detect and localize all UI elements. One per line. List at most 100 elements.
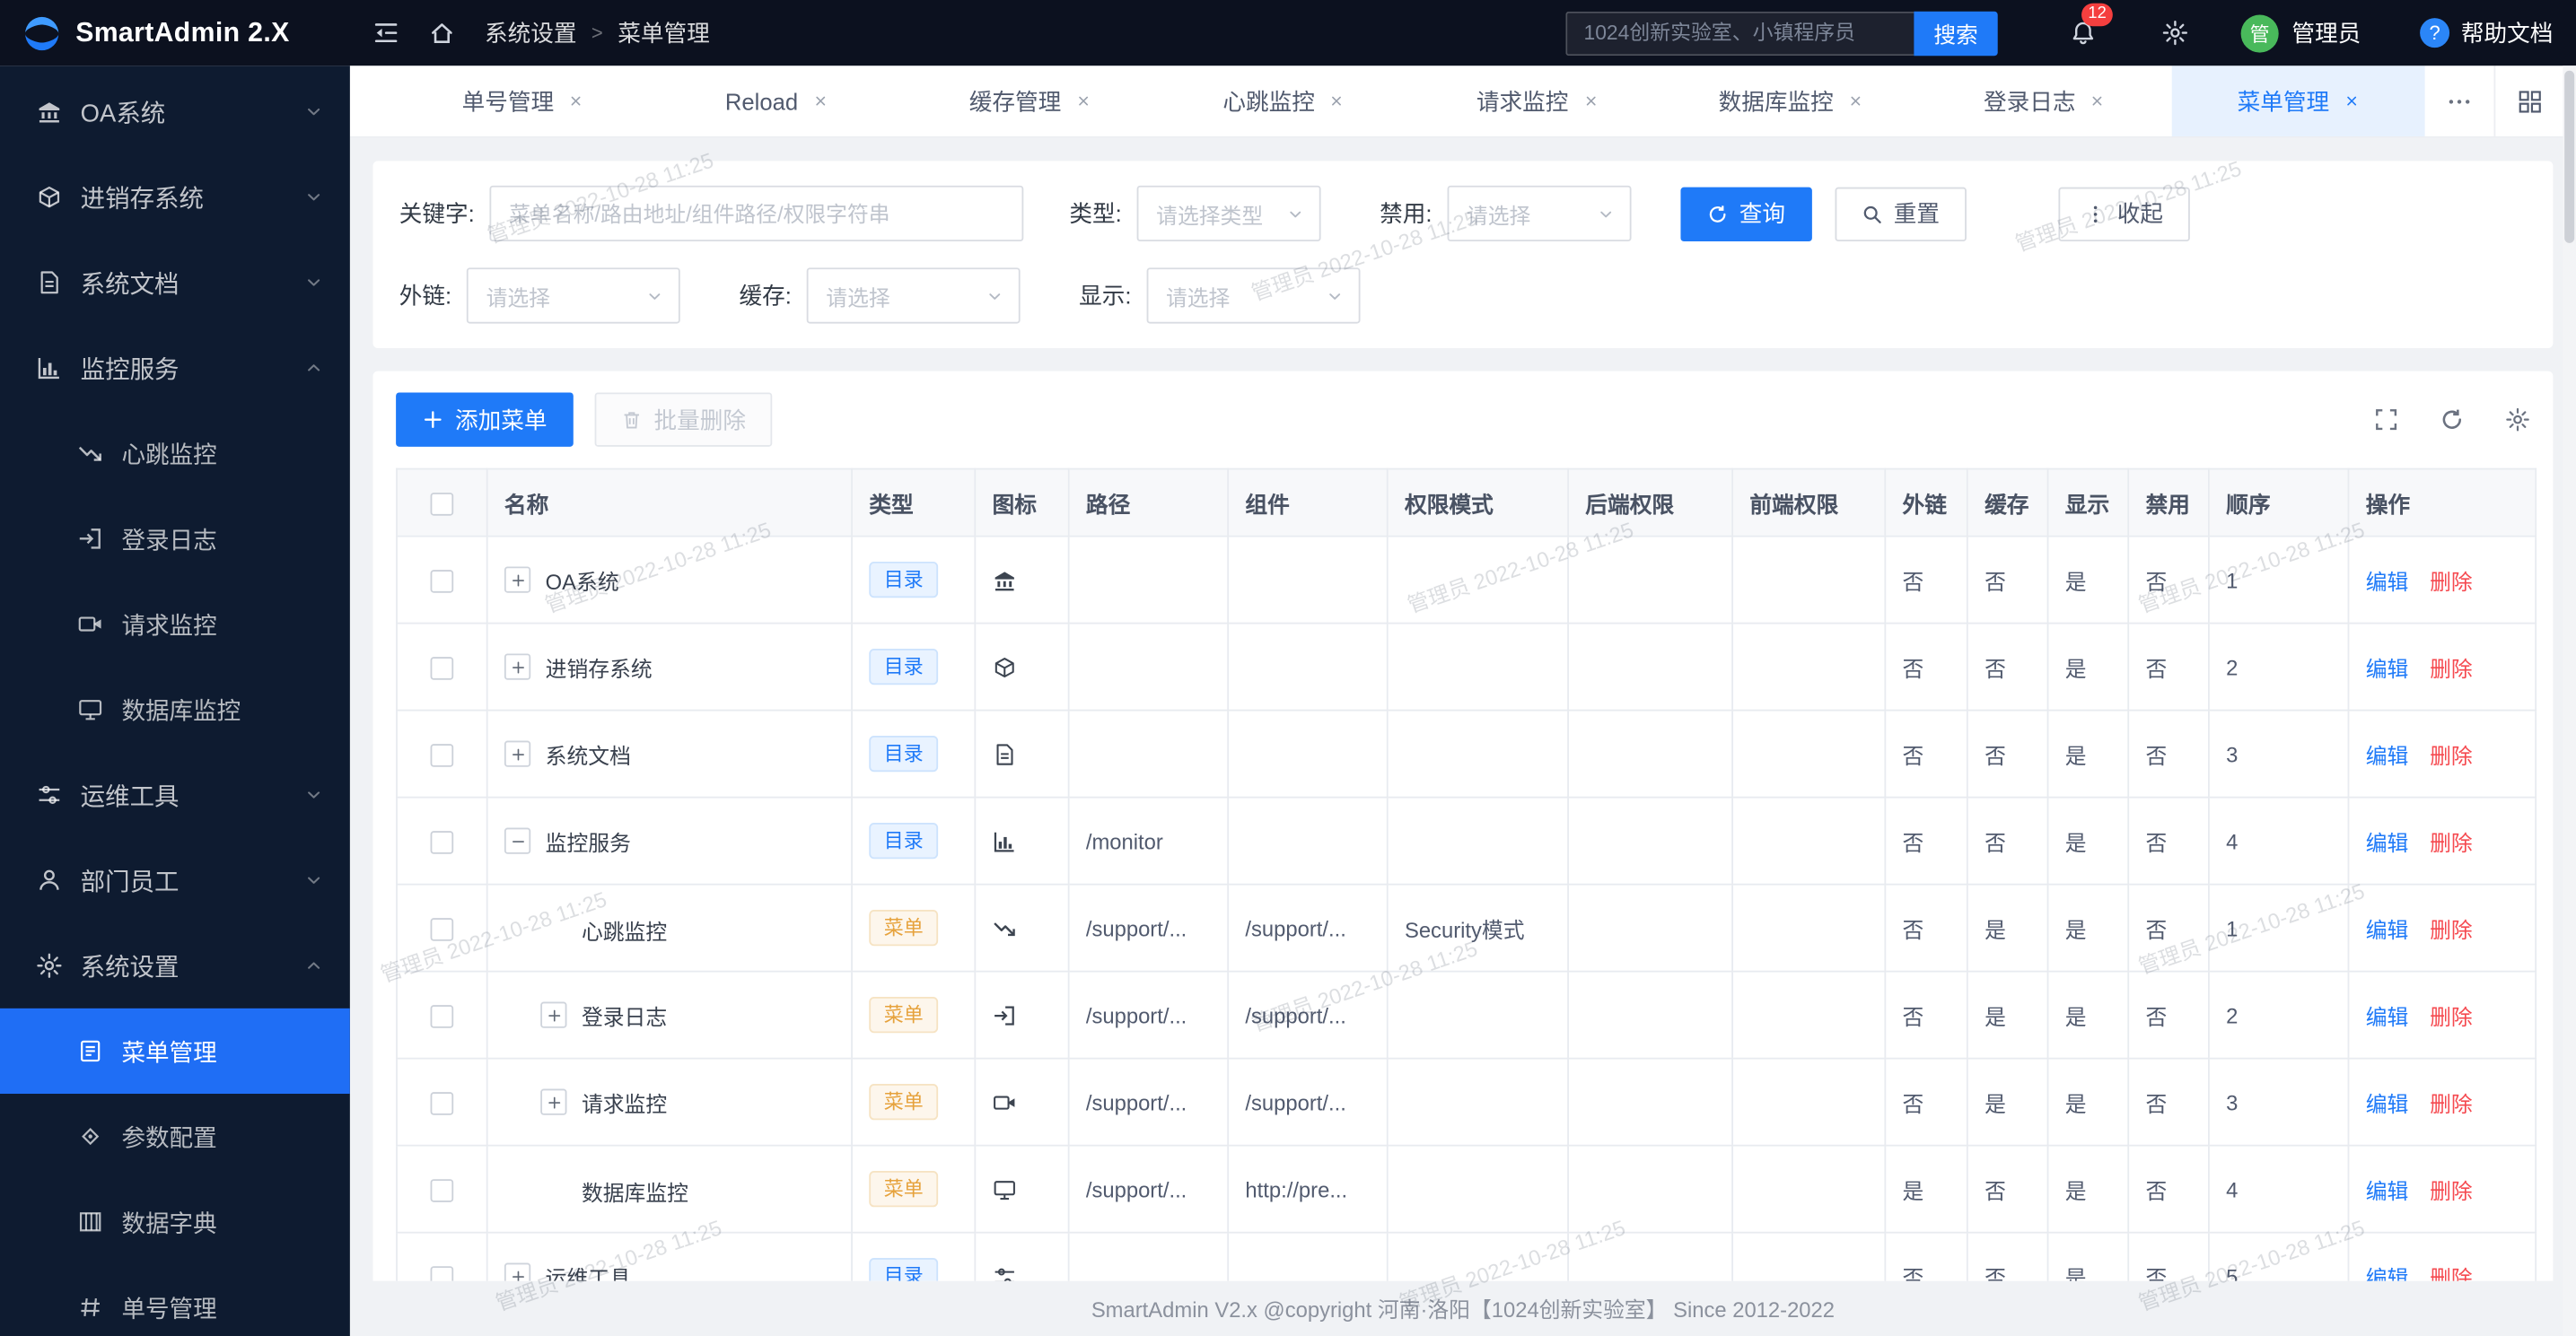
- tab-item[interactable]: 心跳监控: [1157, 65, 1411, 136]
- edit-link[interactable]: 编辑: [2366, 743, 2409, 767]
- batch-delete-button[interactable]: 批量删除: [595, 392, 773, 446]
- camera-icon: [77, 611, 103, 637]
- close-icon[interactable]: [2090, 93, 2105, 108]
- tab-item[interactable]: Reload: [650, 65, 904, 136]
- search-icon: [1861, 203, 1882, 224]
- keyword-input[interactable]: [489, 186, 1023, 241]
- scrollbar-thumb[interactable]: [2564, 71, 2574, 243]
- row-expander[interactable]: [540, 1002, 566, 1028]
- close-icon[interactable]: [1329, 93, 1344, 108]
- tab-item[interactable]: 缓存管理: [903, 65, 1157, 136]
- sidebar-item[interactable]: 心跳监控: [0, 411, 350, 496]
- delete-link[interactable]: 删除: [2430, 1265, 2473, 1279]
- row-checkbox[interactable]: [431, 1092, 454, 1115]
- header-settings-icon[interactable]: [2152, 10, 2198, 56]
- add-menu-button[interactable]: 添加菜单: [396, 392, 574, 446]
- sidebar-item[interactable]: 系统文档: [0, 240, 350, 325]
- sidebar-item[interactable]: 系统设置: [0, 923, 350, 1009]
- row-expander[interactable]: [504, 740, 530, 766]
- edit-link[interactable]: 编辑: [2366, 1091, 2409, 1115]
- collapse-filters-button[interactable]: 收起: [2058, 187, 2189, 240]
- reset-button[interactable]: 重置: [1835, 187, 1966, 240]
- close-icon[interactable]: [2344, 93, 2359, 108]
- chevron-up-icon: [304, 956, 324, 975]
- row-checkbox[interactable]: [431, 744, 454, 767]
- row-checkbox[interactable]: [431, 1266, 454, 1280]
- tab-item[interactable]: 菜单管理: [2171, 65, 2425, 136]
- edit-link[interactable]: 编辑: [2366, 1004, 2409, 1028]
- disabled-select[interactable]: 请选择: [1447, 186, 1631, 241]
- sidebar-item[interactable]: 进销存系统: [0, 154, 350, 240]
- plus-icon: [422, 409, 443, 431]
- close-icon[interactable]: [569, 93, 583, 108]
- notifications-button[interactable]: 12: [2060, 10, 2106, 56]
- row-expander[interactable]: [504, 827, 530, 853]
- edit-link[interactable]: 编辑: [2366, 1178, 2409, 1202]
- select-all-checkbox[interactable]: [431, 493, 454, 516]
- home-icon[interactable]: [419, 10, 465, 56]
- edit-link[interactable]: 编辑: [2366, 830, 2409, 854]
- sidebar-item[interactable]: 监控服务: [0, 325, 350, 410]
- row-checkbox[interactable]: [431, 570, 454, 593]
- sidebar-item[interactable]: 数据字典: [0, 1179, 350, 1264]
- help-link[interactable]: ? 帮助文档: [2420, 16, 2553, 49]
- close-icon[interactable]: [1583, 93, 1598, 108]
- close-icon[interactable]: [1848, 93, 1862, 108]
- sidebar-item[interactable]: 请求监控: [0, 581, 350, 667]
- edit-link[interactable]: 编辑: [2366, 569, 2409, 593]
- sidebar-item[interactable]: 数据库监控: [0, 667, 350, 752]
- tabs-layout-button[interactable]: [2493, 65, 2563, 136]
- user-menu[interactable]: 管 管理员: [2241, 14, 2361, 52]
- delete-link[interactable]: 删除: [2430, 656, 2473, 680]
- sidebar-item[interactable]: 参数配置: [0, 1094, 350, 1179]
- sidebar-item[interactable]: 菜单管理: [0, 1009, 350, 1094]
- sidebar-item[interactable]: 部门员工: [0, 837, 350, 922]
- visible-select[interactable]: 请选择: [1146, 267, 1360, 323]
- header-search: 搜索: [1565, 11, 1997, 55]
- column-settings-icon[interactable]: [2505, 407, 2529, 432]
- row-checkbox[interactable]: [431, 918, 454, 941]
- delete-link[interactable]: 删除: [2430, 1091, 2473, 1115]
- sidebar-item[interactable]: OA系统: [0, 69, 350, 154]
- app-logo[interactable]: SmartAdmin 2.X: [0, 13, 350, 54]
- delete-link[interactable]: 删除: [2430, 569, 2473, 593]
- row-expander[interactable]: [504, 1263, 530, 1280]
- table-refresh-icon[interactable]: [2440, 407, 2464, 432]
- tab-item[interactable]: 登录日志: [1917, 65, 2171, 136]
- external-select[interactable]: 请选择: [467, 267, 680, 323]
- scrollbar[interactable]: [2563, 65, 2576, 1336]
- close-icon[interactable]: [813, 93, 828, 108]
- row-expander[interactable]: [540, 1089, 566, 1115]
- delete-link[interactable]: 删除: [2430, 1004, 2473, 1028]
- row-checkbox[interactable]: [431, 831, 454, 854]
- row-expander[interactable]: [504, 653, 530, 679]
- delete-link[interactable]: 删除: [2430, 917, 2473, 941]
- breadcrumb-item[interactable]: 系统设置: [485, 16, 576, 49]
- type-select[interactable]: 请选择类型: [1136, 186, 1320, 241]
- row-checkbox[interactable]: [431, 657, 454, 680]
- query-button[interactable]: 查询: [1680, 187, 1811, 240]
- sidebar-item[interactable]: 登录日志: [0, 496, 350, 581]
- column-header: 禁用: [2128, 469, 2209, 537]
- menu-collapse-icon[interactable]: [364, 10, 409, 56]
- edit-link[interactable]: 编辑: [2366, 917, 2409, 941]
- row-expander[interactable]: [504, 566, 530, 592]
- sidebar-item[interactable]: 单号管理: [0, 1264, 350, 1336]
- delete-link[interactable]: 删除: [2430, 743, 2473, 767]
- sidebar-item[interactable]: 运维工具: [0, 752, 350, 837]
- tab-item[interactable]: 数据库监控: [1664, 65, 1918, 136]
- tabs-more-button[interactable]: [2425, 65, 2494, 136]
- search-button[interactable]: 搜索: [1914, 11, 1997, 55]
- edit-link[interactable]: 编辑: [2366, 656, 2409, 680]
- delete-link[interactable]: 删除: [2430, 1178, 2473, 1202]
- delete-link[interactable]: 删除: [2430, 830, 2473, 854]
- edit-link[interactable]: 编辑: [2366, 1265, 2409, 1279]
- close-icon[interactable]: [1076, 93, 1091, 108]
- cache-select[interactable]: 请选择: [806, 267, 1020, 323]
- row-checkbox[interactable]: [431, 1005, 454, 1028]
- row-checkbox[interactable]: [431, 1179, 454, 1202]
- tab-item[interactable]: 单号管理: [396, 65, 650, 136]
- fullscreen-icon[interactable]: [2374, 407, 2398, 432]
- search-input[interactable]: [1565, 11, 1914, 55]
- tab-item[interactable]: 请求监控: [1410, 65, 1664, 136]
